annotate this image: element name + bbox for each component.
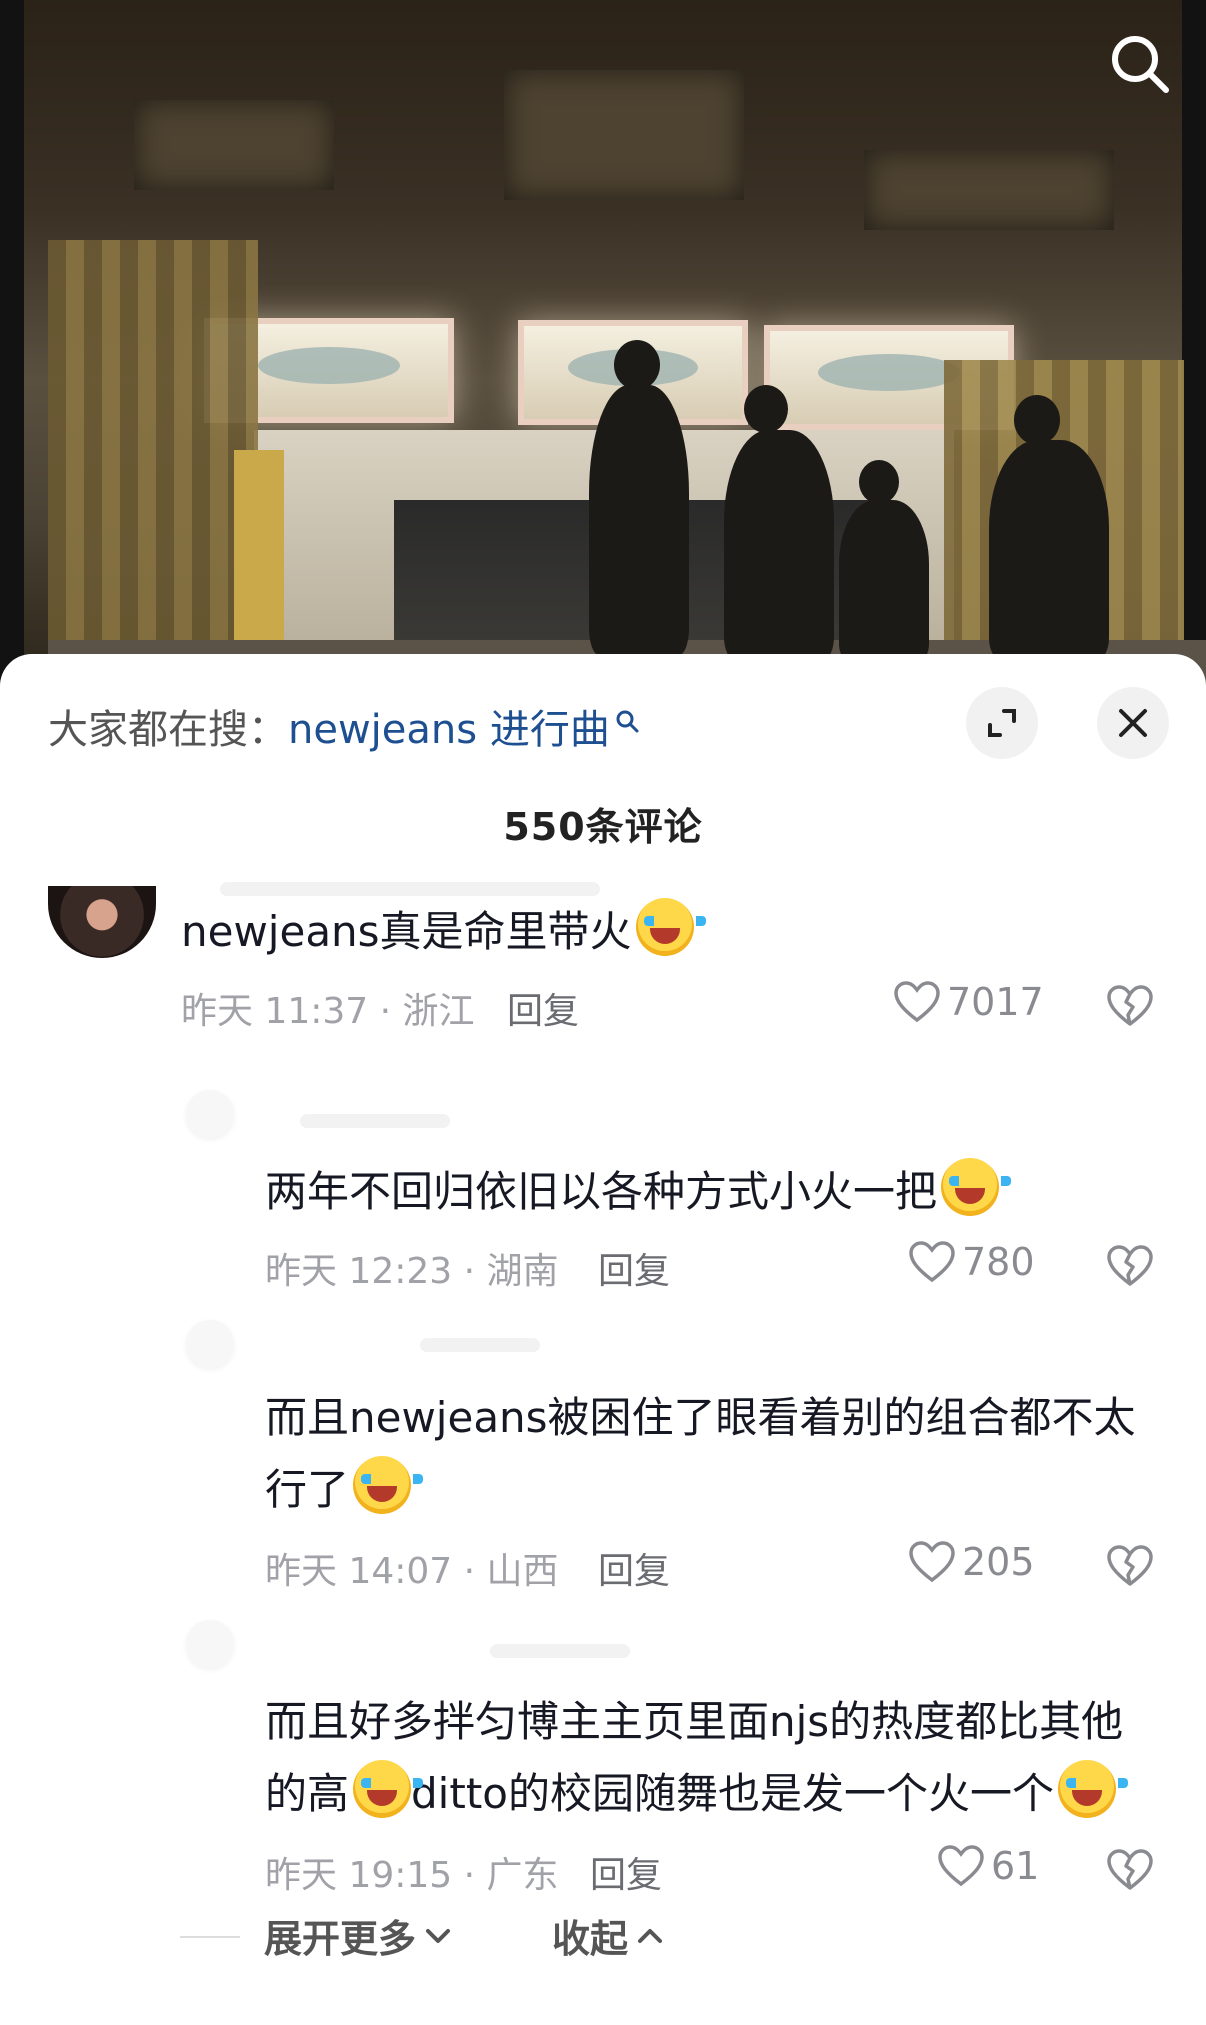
reply-button[interactable]: 回复 xyxy=(598,1242,670,1294)
comment-time-location: 昨天 14:07 · 山西 xyxy=(265,1551,559,1592)
reply-item: 而且newjeans被困住了眼看着别的组合都不太 行了 昨天 14:07 · 山… xyxy=(0,1314,1206,1592)
comment-sheet: 大家都在搜： newjeans 进行曲 550条评论 newjeans真是命里带… xyxy=(0,654,1206,2025)
avatar[interactable] xyxy=(48,886,156,958)
expand-icon xyxy=(988,709,1016,737)
expand-more-button[interactable]: 展开更多 xyxy=(264,1908,452,1963)
chevron-up-icon xyxy=(638,1928,663,1943)
close-icon xyxy=(1119,709,1147,737)
comment-time-location: 昨天 19:15 · 广东 xyxy=(265,1855,559,1896)
like-count: 61 xyxy=(991,1844,1040,1888)
comment-text-line-1: 而且newjeans被困住了眼看着别的组合都不太 xyxy=(265,1393,1136,1442)
avatar[interactable] xyxy=(186,1620,234,1668)
comment-time-location: 昨天 12:23 · 湖南 xyxy=(265,1251,559,1292)
like-button[interactable]: 7017 xyxy=(893,980,1044,1024)
search-icon xyxy=(1112,36,1169,93)
crying-laughing-emoji xyxy=(353,1760,424,1818)
avatar[interactable] xyxy=(186,1320,234,1368)
reply-item: 而且好多拌匀博主主页里面njs的热度都比其他 的高 ditto的校园随舞也是发一个… xyxy=(0,1614,1206,1896)
video-frame xyxy=(24,0,1206,690)
like-count: 7017 xyxy=(947,980,1044,1024)
replies-footer: 展开更多 收起 xyxy=(0,1894,1206,1974)
video-player[interactable] xyxy=(0,0,1206,690)
crying-laughing-emoji xyxy=(941,1158,1012,1216)
search-icon xyxy=(616,710,639,733)
reply-item: 两年不回归依旧以各种方式小火一把 昨天 12:23 · 湖南 回复 780 xyxy=(0,1084,1206,1294)
like-button[interactable]: 780 xyxy=(908,1240,1035,1284)
avatar[interactable] xyxy=(186,1090,234,1138)
search-suggestion-keyword[interactable]: newjeans 进行曲 xyxy=(288,702,610,758)
reply-button[interactable]: 回复 xyxy=(590,1846,662,1898)
reply-button[interactable]: 回复 xyxy=(507,982,579,1034)
comment-item: newjeans真是命里带火 昨天 11:37 · 浙江 回复 7017 xyxy=(0,882,1206,1056)
crying-laughing-emoji xyxy=(1057,1760,1128,1818)
heart-icon xyxy=(938,1845,984,1887)
broken-heart-icon[interactable] xyxy=(1106,1542,1154,1590)
reply-button[interactable]: 回复 xyxy=(598,1542,670,1594)
broken-heart-icon[interactable] xyxy=(1106,1846,1154,1894)
comment-text: newjeans真是命里带火 xyxy=(181,896,706,968)
search-button[interactable] xyxy=(1108,32,1172,96)
comment-text: 两年不回归依旧以各种方式小火一把 xyxy=(265,1156,1012,1228)
expand-more-label: 展开更多 xyxy=(264,1917,417,1961)
crying-laughing-emoji xyxy=(353,1456,424,1514)
divider xyxy=(180,1936,240,1938)
comment-time-location: 昨天 11:37 · 浙江 xyxy=(181,991,475,1032)
like-button[interactable]: 61 xyxy=(937,1844,1039,1888)
like-count: 205 xyxy=(962,1540,1035,1584)
heart-icon xyxy=(894,981,940,1023)
pleading-face-emoji xyxy=(635,898,706,956)
comment-text-line-2: 行了 xyxy=(265,1454,424,1526)
collapse-label: 收起 xyxy=(552,1917,629,1961)
broken-heart-icon[interactable] xyxy=(1106,982,1154,1030)
comment-sheet-header: 大家都在搜： newjeans 进行曲 550条评论 xyxy=(0,654,1206,849)
expand-button[interactable] xyxy=(966,687,1038,759)
like-button[interactable]: 205 xyxy=(908,1540,1035,1584)
close-button[interactable] xyxy=(1097,687,1169,759)
heart-icon xyxy=(909,1541,955,1583)
search-suggestion[interactable]: 大家都在搜： newjeans 进行曲 xyxy=(48,702,640,758)
like-count: 780 xyxy=(962,1240,1035,1284)
broken-heart-icon[interactable] xyxy=(1106,1242,1154,1290)
search-suggestion-prefix: 大家都在搜： xyxy=(48,707,288,753)
heart-icon xyxy=(909,1241,955,1283)
comment-text-line-2: 的高 ditto的校园随舞也是发一个火一个 xyxy=(265,1758,1128,1830)
collapse-button[interactable]: 收起 xyxy=(552,1908,664,1963)
comment-text-line-1: 而且好多拌匀博主主页里面njs的热度都比其他 xyxy=(265,1697,1124,1746)
chevron-down-icon xyxy=(426,1928,451,1943)
comment-count: 550条评论 xyxy=(503,805,703,849)
